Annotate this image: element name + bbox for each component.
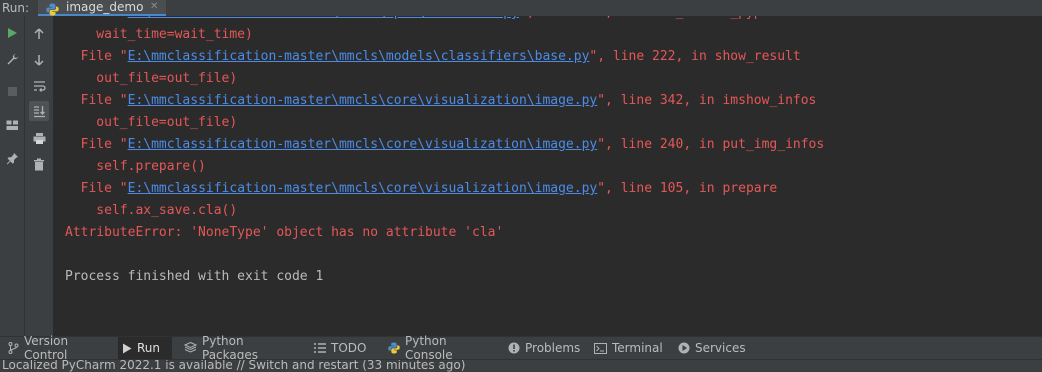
tool-tab-label: TODO	[331, 341, 367, 355]
layout-button[interactable]	[3, 116, 21, 134]
run-tab-label: image_demo	[66, 0, 144, 14]
tool-tab-label: Python Console	[405, 334, 453, 362]
trace-file-link[interactable]: E:\mmclassification-master\mmcls\apis\in…	[128, 16, 519, 20]
trace-text: self.ax_save.cla()	[65, 203, 238, 218]
run-tool-header: Run: image_demo ✕	[0, 0, 1042, 16]
soft-wrap-icon	[33, 81, 46, 92]
trace-file-link[interactable]: E:\mmclassification-master\mmcls\core\vi…	[128, 93, 598, 108]
tool-tab-label: Problems	[525, 341, 581, 355]
list-icon	[314, 343, 326, 353]
process-exit-message: Process finished with exit code 1	[65, 269, 324, 284]
scroll-to-end-icon	[33, 105, 45, 117]
trace-line-info: ", line 120, in show_result_pyplot	[519, 16, 785, 20]
trash-icon	[34, 158, 44, 170]
trace-text: out_file=out_file)	[65, 115, 238, 130]
console-line: File "E:\mmclassification-master\mmcls\c…	[65, 137, 825, 153]
trace-file-prefix: File "	[65, 16, 128, 20]
console-toolbar	[25, 16, 54, 336]
trace-file-prefix: File "	[65, 137, 128, 152]
console-output[interactable]: File "E:\mmclassification-master\mmcls\a…	[54, 16, 1042, 336]
console-line: File "E:\mmclassification-master\mmcls\a…	[65, 16, 785, 21]
terminal-icon	[594, 342, 607, 354]
tool-tab-label: Services	[695, 341, 746, 355]
tool-tab-python-console[interactable]: Python Console	[384, 334, 496, 362]
trace-text: AttributeError: 'NoneType' object has no…	[65, 225, 504, 240]
trace-file-link[interactable]: E:\mmclassification-master\mmcls\core\vi…	[128, 137, 598, 152]
wrench-icon	[7, 53, 18, 64]
printer-icon	[33, 132, 45, 144]
console-line: out_file=out_file)	[65, 115, 237, 131]
run-left-toolbar	[0, 16, 25, 336]
scroll-to-end-button[interactable]	[29, 101, 49, 121]
status-message[interactable]: Localized PyCharm 2022.1 is available //…	[2, 360, 465, 372]
layout-icon	[6, 120, 18, 130]
console-line: wait_time=wait_time)	[65, 27, 253, 43]
play-icon	[122, 343, 132, 354]
status-bar: Localized PyCharm 2022.1 is available //…	[0, 359, 1042, 372]
tool-tab-label: Version Control	[24, 334, 69, 362]
trace-line-info: ", line 240, in put_img_infos	[597, 137, 825, 152]
run-label: Run:	[2, 1, 30, 15]
tool-tab-todo[interactable]: TODO	[310, 337, 376, 359]
trace-line-info: ", line 222, in show_result	[589, 49, 801, 64]
pin-icon	[6, 152, 18, 164]
tool-tab-version-control[interactable]: Version Control	[4, 334, 116, 362]
next-occurrence-button[interactable]	[29, 50, 49, 70]
trace-file-link[interactable]: E:\mmclassification-master\mmcls\core\vi…	[128, 181, 598, 196]
trace-text: wait_time=wait_time)	[65, 27, 253, 42]
tool-tab-run[interactable]: Run	[118, 337, 172, 359]
console-line: AttributeError: 'NoneType' object has no…	[65, 225, 503, 241]
arrow-down-icon	[34, 55, 44, 66]
trace-line-info: ", line 105, in prepare	[597, 181, 778, 196]
trace-file-prefix: File "	[65, 181, 128, 196]
previous-occurrence-button[interactable]	[29, 24, 49, 44]
info-icon	[508, 342, 520, 354]
trace-text: out_file=out_file)	[65, 71, 238, 86]
print-button[interactable]	[29, 128, 49, 148]
rerun-button[interactable]	[3, 24, 21, 42]
trace-text: self.prepare()	[65, 159, 206, 174]
modify-config-button[interactable]	[3, 50, 21, 68]
close-icon[interactable]: ✕	[150, 0, 158, 14]
trace-file-prefix: File "	[65, 49, 128, 64]
branch-icon	[8, 342, 19, 354]
soft-wrap-button[interactable]	[29, 76, 49, 96]
clear-all-button[interactable]	[29, 154, 49, 174]
tool-tab-terminal[interactable]: Terminal	[590, 337, 666, 359]
run-config-tab[interactable]: image_demo ✕	[38, 0, 166, 16]
stop-button[interactable]	[3, 82, 21, 100]
services-icon	[678, 342, 690, 354]
packages-icon	[184, 342, 197, 354]
tool-window-bar: Version Control Run Python Packages TODO Pyt…	[0, 334, 1042, 362]
stop-icon	[7, 86, 17, 96]
python-icon	[388, 342, 400, 354]
tool-tab-label: Python Packages	[202, 334, 258, 362]
console-line: out_file=out_file)	[65, 71, 237, 87]
console-line: File "E:\mmclassification-master\mmcls\c…	[65, 93, 817, 109]
trace-file-link[interactable]: E:\mmclassification-master\mmcls\models\…	[128, 49, 590, 64]
play-icon	[8, 28, 17, 38]
tool-tab-problems[interactable]: Problems	[504, 337, 584, 359]
tool-tab-services[interactable]: Services	[674, 337, 750, 359]
console-line: Process finished with exit code 1	[65, 269, 323, 285]
tool-tab-label: Run	[137, 341, 161, 355]
console-line: File "E:\mmclassification-master\mmcls\m…	[65, 49, 801, 65]
tool-tab-python-packages[interactable]: Python Packages	[180, 334, 302, 362]
arrow-up-icon	[34, 28, 44, 39]
trace-file-prefix: File "	[65, 93, 128, 108]
tool-tab-label: Terminal	[612, 341, 663, 355]
trace-line-info: ", line 342, in imshow_infos	[597, 93, 817, 108]
console-line: self.ax_save.cla()	[65, 203, 237, 219]
pin-tab-button[interactable]	[3, 149, 21, 167]
console-line: File "E:\mmclassification-master\mmcls\c…	[65, 181, 778, 197]
console-line: self.prepare()	[65, 159, 206, 175]
